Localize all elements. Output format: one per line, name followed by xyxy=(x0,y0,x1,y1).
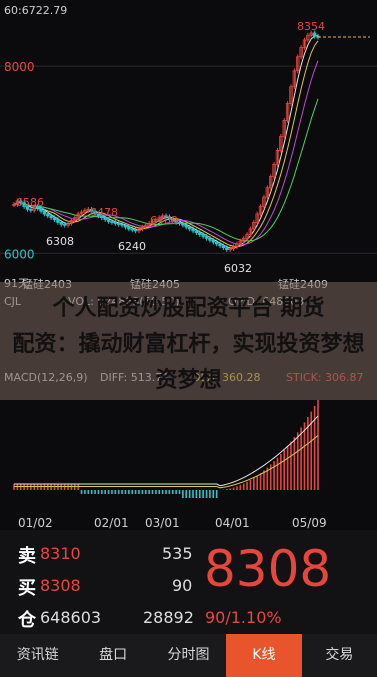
price-annotation: 6240 xyxy=(118,240,146,253)
candle-body xyxy=(29,208,33,211)
candle-body xyxy=(194,230,199,234)
candle-body xyxy=(201,234,205,237)
tab-trade[interactable]: 交易 xyxy=(302,634,377,677)
candle-body xyxy=(42,210,47,215)
quote-panel: 卖 8310 535 买 8308 90 仓 648603 28892 8308… xyxy=(0,530,377,634)
bottom-tab-bar: 资讯链 盘口 分时图 K线 交易 xyxy=(0,634,377,677)
tab-news[interactable]: 资讯链 xyxy=(0,634,75,677)
candle-body xyxy=(127,226,131,230)
candle-body xyxy=(191,228,195,232)
candle-body xyxy=(52,217,57,221)
open-interest-value: 648603 xyxy=(40,608,102,627)
kline-chart[interactable]: 60:6722.79 8000 6000 8354 6586 6478 6400 6308 62… xyxy=(0,0,377,530)
candle-body xyxy=(130,228,134,231)
candle-body xyxy=(106,219,111,222)
price-annotation: 6586 xyxy=(16,196,44,209)
candle-body xyxy=(133,229,138,232)
banner-line-3: 资梦想 xyxy=(155,368,222,393)
sell-price: 8310 xyxy=(40,544,81,563)
last-price: 8308 xyxy=(204,540,332,598)
x-date-label: 04/01 xyxy=(215,516,250,530)
candle-body xyxy=(208,237,212,241)
ad-banner[interactable]: 个人配资炒股配资平台 期货 配资：撬动财富杠杆，实现投资梦想 资梦想 xyxy=(0,282,377,400)
tab-intraday[interactable]: 分时图 xyxy=(151,634,226,677)
price-annotation: 6032 xyxy=(224,262,252,275)
price-annotation: 6400 xyxy=(150,214,178,227)
candle-body xyxy=(120,223,124,226)
tab-orderbook[interactable]: 盘口 xyxy=(75,634,150,677)
dea-line xyxy=(14,435,319,489)
max-price-label: 8354 xyxy=(297,20,325,33)
x-date-label: 05/09 xyxy=(292,516,327,530)
price-annotation: 6308 xyxy=(46,235,74,248)
candle-body xyxy=(211,239,215,243)
candle-body xyxy=(187,226,192,230)
candle-body xyxy=(110,221,114,223)
buy-price: 8308 xyxy=(40,576,81,595)
x-date-label: 02/01 xyxy=(94,516,129,530)
candle-body xyxy=(225,247,229,250)
candle-body xyxy=(204,236,209,239)
price-annotation: 6478 xyxy=(90,206,118,219)
candle-body xyxy=(117,222,121,225)
candle-body xyxy=(312,32,317,37)
candle-body xyxy=(184,224,188,228)
tab-kline[interactable]: K线 xyxy=(226,634,302,677)
y-tick-6000: 6000 xyxy=(4,247,35,261)
buy-qty: 90 xyxy=(172,576,193,595)
candle-body xyxy=(123,224,128,228)
open-interest-label: 仓 xyxy=(18,610,36,631)
candle-body xyxy=(59,222,63,225)
candle-body xyxy=(198,232,202,235)
x-date-label: 03/01 xyxy=(145,516,180,530)
candle-body xyxy=(181,222,185,226)
sell-qty: 535 xyxy=(162,544,193,563)
candle-body xyxy=(218,243,222,247)
banner-line-2: 配资：撬动财富杠杆，实现投资梦想 xyxy=(12,332,365,357)
buy-label: 买 xyxy=(18,578,36,599)
candle-body xyxy=(177,222,182,224)
price-top-label: 60:6722.79 xyxy=(4,4,67,17)
candle-body xyxy=(62,223,67,226)
candle-body xyxy=(56,219,60,223)
x-date-label: 01/02 xyxy=(18,516,53,530)
y-tick-8000: 8000 xyxy=(4,60,35,74)
price-change: 90/1.10% xyxy=(205,608,282,627)
candle-body xyxy=(221,245,226,249)
candle-body xyxy=(49,215,53,219)
candle-body xyxy=(46,213,50,217)
volume-value: 28892 xyxy=(143,608,194,627)
candle-body xyxy=(214,241,219,245)
diff-line xyxy=(14,415,319,487)
banner-line-1: 个人配资炒股配资平台 期货 xyxy=(52,296,325,321)
candle-body xyxy=(113,222,118,224)
sell-label: 卖 xyxy=(18,546,36,567)
